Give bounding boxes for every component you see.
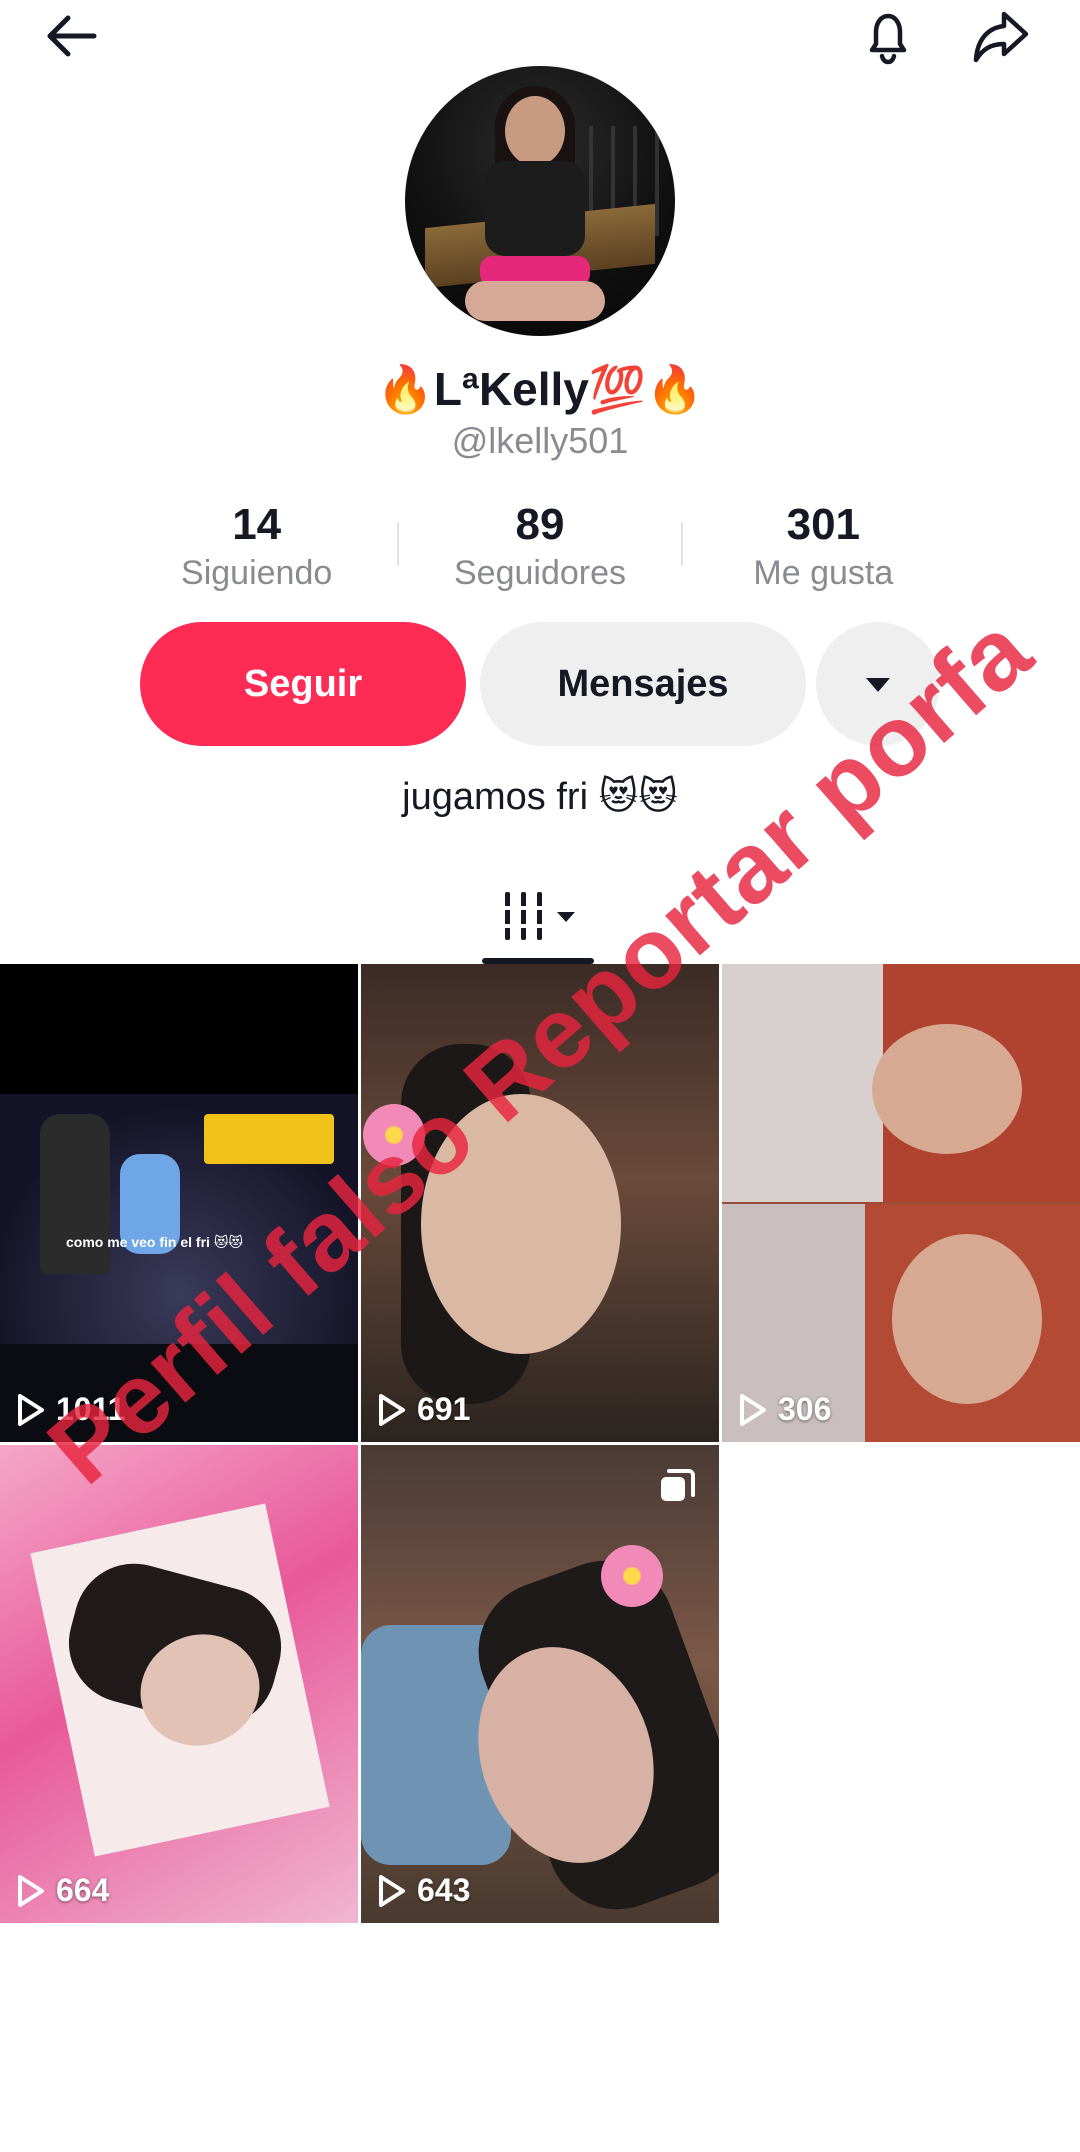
video-tile[interactable]: 306 — [722, 964, 1080, 1442]
stat-following[interactable]: 14 Siguiendo — [116, 500, 397, 596]
photo-stack-icon — [655, 1465, 699, 1514]
video-tile[interactable]: 691 — [361, 964, 719, 1442]
share-arrow-icon — [973, 11, 1029, 63]
view-count-value: 1011 — [56, 1391, 126, 1427]
play-icon — [740, 1393, 766, 1426]
caret-down-icon — [866, 678, 890, 692]
stat-likes-label: Me gusta — [753, 554, 894, 592]
view-count: 664 — [16, 1872, 109, 1909]
follow-button[interactable]: Seguir — [140, 622, 466, 746]
view-count-value: 306 — [778, 1391, 832, 1427]
view-count: 643 — [377, 1872, 470, 1909]
stat-likes[interactable]: 301 Me gusta — [683, 500, 964, 596]
message-button[interactable]: Mensajes — [480, 622, 806, 746]
stat-followers-label: Seguidores — [453, 554, 626, 592]
video-tile[interactable]: 664 — [0, 1445, 358, 1923]
stats-row: 14 Siguiendo 89 Seguidores 301 Me gusta — [116, 500, 964, 596]
view-count: 1011 — [16, 1391, 125, 1428]
stat-following-label: Siguiendo — [181, 554, 333, 592]
share-button[interactable] — [964, 0, 1036, 72]
view-count: 691 — [377, 1391, 470, 1428]
bell-icon — [869, 13, 907, 65]
video-tile[interactable]: 1011 como me veo fin el fri 😻😻 — [0, 964, 358, 1442]
view-count-value: 664 — [56, 1872, 110, 1908]
stat-likes-count: 301 — [786, 500, 861, 549]
notifications-button[interactable] — [852, 0, 924, 72]
view-count: 306 — [738, 1391, 831, 1428]
avatar-person — [465, 86, 605, 321]
stat-followers[interactable]: 89 Seguidores — [399, 500, 680, 596]
view-count-value: 643 — [417, 1872, 471, 1908]
stat-following-count: 14 — [232, 500, 282, 549]
bio: jugamos fri 😻😻 — [402, 776, 678, 818]
play-icon — [379, 1874, 405, 1907]
play-icon — [18, 1874, 44, 1907]
tab-videos[interactable] — [482, 868, 598, 964]
video-tile[interactable]: 643 — [361, 1445, 719, 1923]
play-icon — [379, 1393, 405, 1426]
back-button[interactable] — [36, 0, 108, 72]
play-icon — [18, 1393, 44, 1426]
view-count-value: 691 — [417, 1391, 471, 1427]
stat-followers-count: 89 — [515, 500, 565, 549]
display-name: 🔥LªKelly💯🔥 — [376, 363, 704, 415]
video-overlay-text: como me veo fin el fri 😻😻 — [66, 1234, 244, 1250]
arrow-left-icon — [47, 15, 97, 57]
grid-bars-icon — [503, 892, 575, 940]
username: @lkelly501 — [451, 420, 629, 461]
avatar[interactable] — [405, 66, 675, 336]
content-tabs — [0, 868, 1080, 964]
more-options-button[interactable] — [816, 622, 940, 746]
